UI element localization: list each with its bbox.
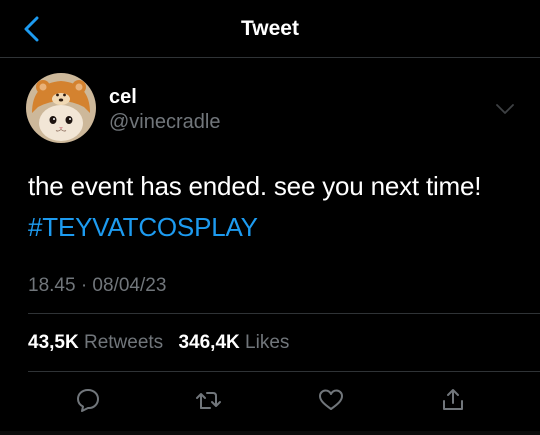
engagement-stats: 43,5K Retweets 346,4K Likes bbox=[28, 332, 299, 354]
divider bbox=[28, 313, 540, 314]
share-button[interactable] bbox=[435, 382, 471, 418]
chevron-down-icon bbox=[496, 104, 514, 114]
bottom-separator bbox=[0, 431, 540, 435]
avatar[interactable] bbox=[26, 73, 96, 143]
tweet-timestamp[interactable]: 18.45 · 08/04/23 bbox=[28, 275, 166, 297]
retweet-icon bbox=[196, 392, 221, 409]
top-bar: Tweet bbox=[0, 0, 540, 58]
action-bar bbox=[0, 376, 540, 424]
retweets-stat[interactable]: 43,5K Retweets bbox=[28, 332, 163, 354]
retweet-button[interactable] bbox=[191, 382, 227, 418]
tweet-text: the event has ended. see you next time! … bbox=[28, 166, 518, 248]
tweet-body: the event has ended. see you next time! bbox=[28, 171, 482, 201]
author-display-name[interactable]: cel bbox=[109, 86, 137, 109]
reply-button[interactable] bbox=[70, 382, 106, 418]
share-icon bbox=[443, 389, 463, 410]
hashtag-link[interactable]: #TEYVATCOSPLAY bbox=[28, 212, 258, 242]
retweets-label: Retweets bbox=[83, 332, 164, 353]
cat-avatar-image bbox=[26, 73, 96, 143]
likes-count: 346,4K bbox=[178, 332, 240, 353]
page-title: Tweet bbox=[241, 17, 299, 40]
likes-label: Likes bbox=[245, 332, 290, 353]
reply-icon bbox=[77, 389, 99, 412]
more-options-button[interactable] bbox=[489, 96, 521, 122]
like-icon bbox=[319, 389, 343, 410]
retweets-count: 43,5K bbox=[28, 332, 79, 353]
likes-stat[interactable]: 346,4K Likes bbox=[178, 332, 289, 354]
divider bbox=[28, 371, 540, 372]
author-handle[interactable]: @vinecradle bbox=[109, 111, 220, 134]
like-button[interactable] bbox=[313, 382, 349, 418]
